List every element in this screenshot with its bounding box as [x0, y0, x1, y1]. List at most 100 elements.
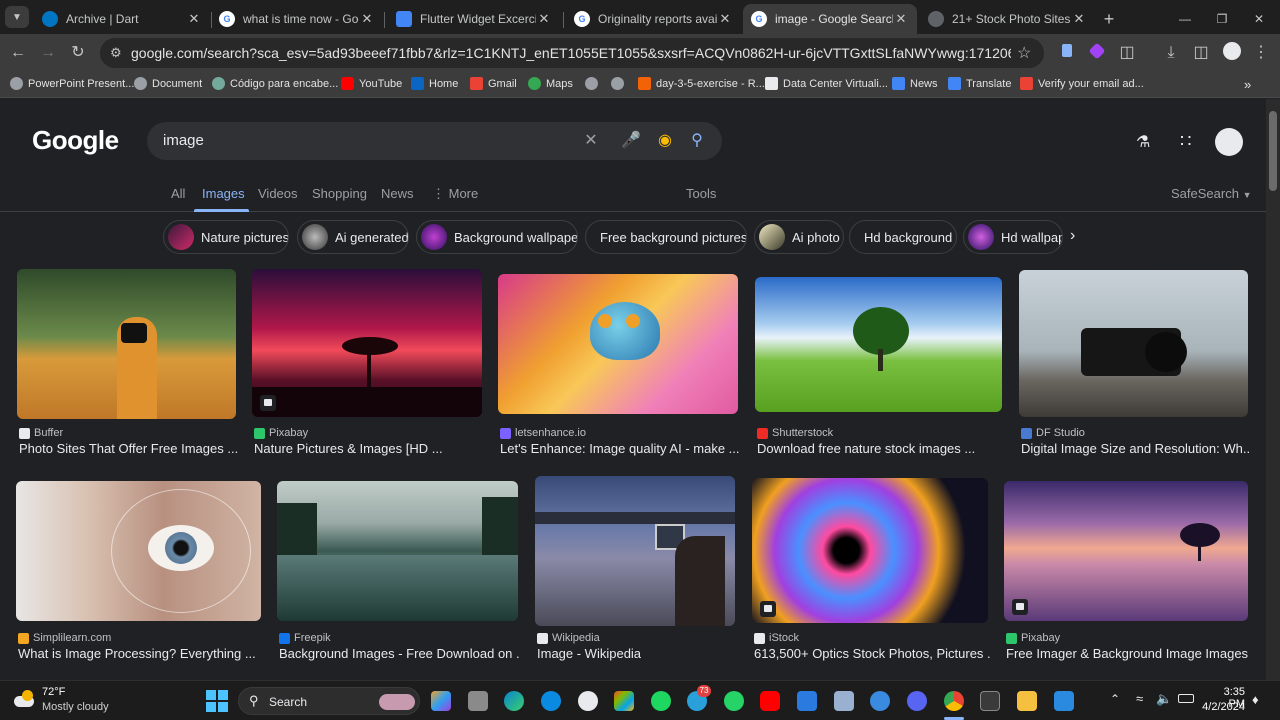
- bookmark-codigo[interactable]: Código para encabe...: [212, 77, 338, 90]
- taskbar-search-box[interactable]: ⚲ Search: [238, 687, 420, 715]
- reload-button[interactable]: ↻: [67, 42, 89, 64]
- bookmark-document[interactable]: Document: [134, 77, 202, 90]
- tab-stock-photo-sites[interactable]: 21+ Stock Photo Sites That ✕: [920, 4, 1095, 34]
- result-source[interactable]: Wikipedia: [537, 632, 600, 644]
- chatgpt-app-icon[interactable]: [578, 691, 598, 711]
- result-thumbnail[interactable]: [755, 277, 1002, 412]
- result-caption[interactable]: Digital Image Size and Resolution: Wh...: [1021, 441, 1250, 456]
- result-caption[interactable]: 613,500+ Optics Stock Photos, Pictures .…: [754, 646, 990, 661]
- weather-temperature[interactable]: 72°F: [42, 686, 65, 698]
- close-icon[interactable]: ✕: [893, 11, 909, 27]
- bookmark-home[interactable]: Home: [411, 77, 458, 90]
- tools-button[interactable]: Tools: [686, 186, 716, 201]
- result-caption[interactable]: Photo Sites That Offer Free Images ...: [19, 441, 238, 456]
- close-icon[interactable]: ✕: [186, 11, 202, 27]
- discord-app-icon[interactable]: [907, 691, 927, 711]
- vscode-app-icon[interactable]: [1054, 691, 1074, 711]
- new-tab-button[interactable]: +: [1098, 4, 1120, 34]
- youtube-app-icon[interactable]: [760, 691, 780, 711]
- chip-ai-generated[interactable]: Ai generated: [297, 220, 409, 254]
- extension-tab-icon[interactable]: [1056, 42, 1078, 64]
- image-result[interactable]: letsenhance.io Let's Enhance: Image qual…: [498, 274, 740, 456]
- bookmark-globe-2[interactable]: [611, 77, 629, 90]
- lens-camera-icon[interactable]: ◉: [655, 131, 675, 151]
- clear-search-icon[interactable]: ✕: [581, 131, 601, 151]
- search-input[interactable]: image: [163, 132, 204, 149]
- image-result[interactable]: iStock 613,500+ Optics Stock Photos, Pic…: [752, 478, 990, 671]
- bookmark-data-center[interactable]: Data Center Virtuali...: [765, 77, 888, 90]
- tab-videos[interactable]: Videos: [258, 186, 298, 201]
- site-info-icon[interactable]: ⚙: [110, 45, 122, 61]
- download-icon[interactable]: ⤓: [1160, 42, 1182, 64]
- chrome-app-icon[interactable]: [944, 691, 964, 711]
- bookmark-powerpoint[interactable]: PowerPoint Present...: [10, 77, 134, 90]
- microphone-icon[interactable]: 🎤: [621, 131, 641, 151]
- result-caption[interactable]: Background Images - Free Download on ...: [279, 646, 520, 661]
- image-result[interactable]: Simplilearn.com What is Image Processing…: [16, 481, 261, 671]
- tab-flutter-widget[interactable]: Flutter Widget Excercise ✕: [388, 4, 560, 34]
- tab-news[interactable]: News: [381, 186, 414, 201]
- network-app-icon[interactable]: [870, 691, 890, 711]
- tab-archive-dart[interactable]: Archive | Dart ✕: [34, 4, 210, 34]
- tab-image-google-search[interactable]: G image - Google Search ✕: [743, 4, 917, 34]
- result-source[interactable]: Pixabay: [1006, 632, 1060, 644]
- image-result[interactable]: Pixabay Nature Pictures & Images [HD ...: [252, 269, 482, 456]
- result-thumbnail[interactable]: [1019, 270, 1248, 417]
- page-scrollbar[interactable]: [1266, 99, 1280, 680]
- result-thumbnail[interactable]: [277, 481, 518, 621]
- result-caption[interactable]: Free Imager & Background Image Images ..…: [1006, 646, 1250, 661]
- chip-free-background-pictures[interactable]: Free background pictures: [585, 220, 747, 254]
- tab-time-now[interactable]: G what is time now - Google ✕: [211, 4, 383, 34]
- telegram-app-icon[interactable]: 73: [687, 685, 711, 711]
- notification-bell-icon[interactable]: ♦: [1252, 692, 1259, 707]
- result-source[interactable]: Buffer: [19, 427, 63, 439]
- result-thumbnail[interactable]: [535, 476, 735, 626]
- result-source[interactable]: iStock: [754, 632, 799, 644]
- account-avatar[interactable]: [1215, 128, 1243, 156]
- extension-gemini-icon[interactable]: [1086, 42, 1108, 64]
- close-icon[interactable]: ✕: [1071, 11, 1087, 27]
- scrollbar-thumb[interactable]: [1269, 111, 1277, 191]
- result-caption[interactable]: Download free nature stock images ...: [757, 441, 1004, 456]
- tab-shopping[interactable]: Shopping: [312, 186, 367, 201]
- image-result[interactable]: Freepik Background Images - Free Downloa…: [277, 481, 520, 671]
- maximize-button[interactable]: ❐: [1207, 4, 1237, 34]
- star-icon[interactable]: ☆: [1017, 43, 1031, 63]
- close-window-button[interactable]: ✕: [1244, 4, 1274, 34]
- whatsapp-app-icon[interactable]: [724, 691, 744, 711]
- result-thumbnail[interactable]: [498, 274, 738, 414]
- result-source[interactable]: Pixabay: [254, 427, 308, 439]
- image-result[interactable]: Shutterstock Download free nature stock …: [755, 277, 1002, 456]
- chip-hd-wallpaper[interactable]: Hd wallpape: [963, 220, 1063, 254]
- bookmark-verify-email[interactable]: Verify your email ad...: [1020, 77, 1144, 90]
- task-view-icon[interactable]: [468, 691, 488, 711]
- result-thumbnail[interactable]: [1004, 481, 1248, 621]
- menu-kebab-icon[interactable]: ⋮: [1250, 42, 1272, 64]
- result-source[interactable]: DF Studio: [1021, 427, 1085, 439]
- 3d-viewer-app-icon[interactable]: [834, 691, 854, 711]
- tab-originality[interactable]: G Originality reports availabl ✕: [566, 4, 741, 34]
- bookmark-gmail[interactable]: Gmail: [470, 77, 517, 90]
- tab-images[interactable]: Images: [202, 186, 245, 201]
- google-logo[interactable]: Google: [32, 125, 119, 156]
- result-source[interactable]: letsenhance.io: [500, 427, 586, 439]
- search-box[interactable]: image ✕ 🎤 ◉ ⚲: [147, 122, 722, 160]
- battery-icon[interactable]: [1178, 694, 1194, 703]
- result-source[interactable]: Simplilearn.com: [18, 632, 111, 644]
- chip-hd-background[interactable]: Hd background: [849, 220, 957, 254]
- tab-search-dropdown-button[interactable]: ▼: [5, 6, 29, 28]
- result-thumbnail[interactable]: [252, 269, 482, 417]
- file-explorer-app-icon[interactable]: [1017, 691, 1037, 711]
- tray-overflow-chevron-icon[interactable]: ⌃: [1110, 692, 1120, 706]
- result-thumbnail[interactable]: [17, 269, 236, 419]
- close-icon[interactable]: ✕: [717, 11, 733, 27]
- address-bar[interactable]: ⚙ google.com/search?sca_esv=5ad93beeef71…: [100, 38, 1044, 68]
- result-caption[interactable]: What is Image Processing? Everything ...: [18, 646, 263, 661]
- bookmark-news[interactable]: News: [892, 77, 938, 90]
- extensions-puzzle-icon[interactable]: ◫: [1116, 42, 1138, 64]
- forward-button[interactable]: →: [37, 42, 59, 64]
- edge-app-icon[interactable]: [504, 691, 524, 711]
- chips-next-chevron-icon[interactable]: ›: [1070, 227, 1075, 245]
- wifi-icon[interactable]: ≈: [1136, 691, 1143, 706]
- image-result[interactable]: Wikipedia Image - Wikipedia: [535, 476, 735, 671]
